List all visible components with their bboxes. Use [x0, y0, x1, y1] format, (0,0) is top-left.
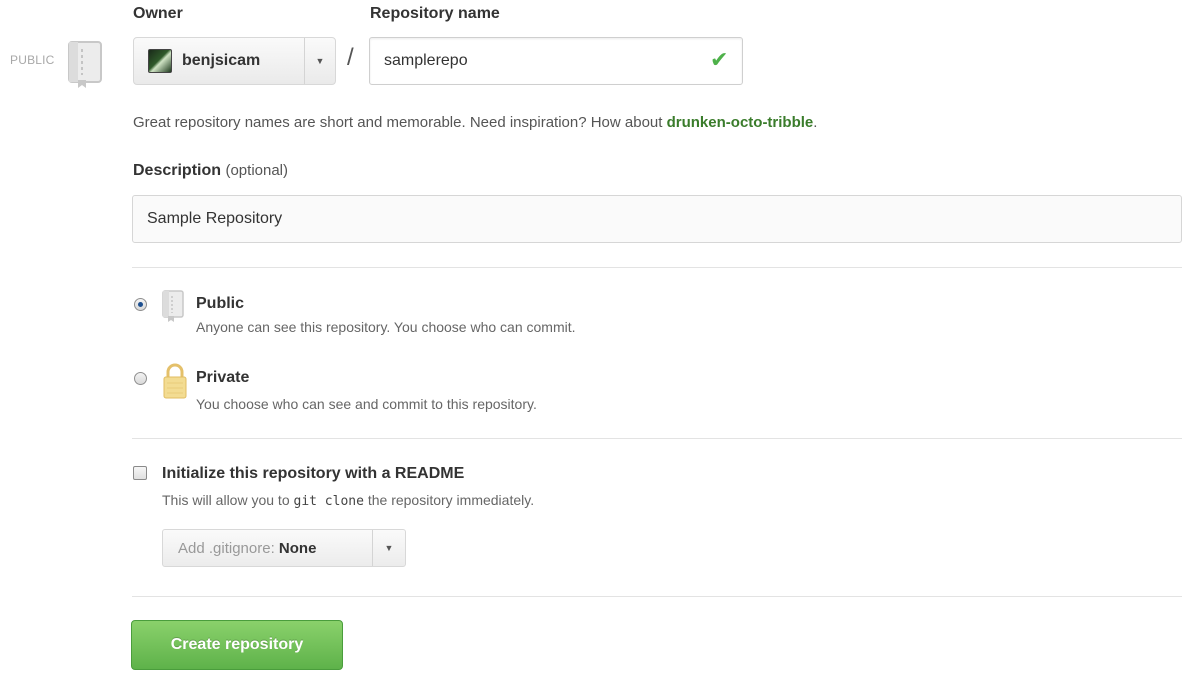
owner-label: Owner [133, 5, 183, 22]
public-option-description: Anyone can see this repository. You choo… [196, 319, 576, 335]
description-label: Description (optional) [133, 162, 288, 180]
readme-checkbox[interactable] [133, 466, 147, 480]
divider [132, 438, 1182, 439]
private-option-title[interactable]: Private [196, 369, 249, 387]
name-suggestion-link[interactable]: drunken-octo-tribble [667, 114, 814, 131]
repository-name-input[interactable] [369, 37, 743, 85]
create-repository-button[interactable]: Create repository [131, 620, 343, 670]
owner-select-main[interactable]: benjsicam [134, 38, 304, 84]
chevron-down-icon[interactable]: ▼ [304, 38, 335, 84]
private-option-description: You choose who can see and commit to thi… [196, 396, 537, 412]
name-hint-suffix: . [813, 114, 818, 131]
readme-option-title[interactable]: Initialize this repository with a README [162, 465, 464, 483]
gitignore-value: None [278, 539, 317, 557]
avatar [148, 49, 172, 73]
divider [132, 596, 1182, 597]
gitignore-select[interactable]: Add .gitignore: None ▼ [162, 529, 406, 567]
divider [132, 267, 1182, 268]
gitignore-label: Add .gitignore: [178, 539, 275, 557]
gitignore-select-main[interactable]: Add .gitignore: None [163, 540, 372, 557]
repository-name-label: Repository name [370, 5, 500, 22]
readme-desc-code: git clone [293, 494, 364, 509]
repo-book-icon [66, 40, 106, 95]
private-radio[interactable] [134, 372, 147, 385]
owner-select[interactable]: benjsicam ▼ [133, 37, 336, 85]
owner-repo-separator: / [347, 44, 354, 71]
readme-desc-prefix: This will allow you to [162, 492, 290, 508]
public-option-title[interactable]: Public [196, 295, 244, 313]
visibility-label: PUBLIC [10, 53, 55, 67]
readme-option-description: This will allow you to git clone the rep… [162, 492, 534, 509]
lock-icon [162, 362, 188, 405]
owner-name: benjsicam [182, 52, 261, 69]
name-hint: Great repository names are short and mem… [133, 114, 817, 131]
readme-desc-suffix: the repository immediately. [367, 492, 535, 508]
description-input[interactable] [132, 195, 1182, 243]
repo-book-icon [160, 289, 188, 328]
public-radio[interactable] [134, 298, 147, 311]
description-optional: (optional) [225, 162, 289, 179]
check-icon: ✔ [710, 47, 729, 72]
chevron-down-icon[interactable]: ▼ [372, 530, 405, 566]
name-hint-text: Great repository names are short and mem… [133, 114, 667, 131]
description-label-text: Description [133, 162, 222, 179]
